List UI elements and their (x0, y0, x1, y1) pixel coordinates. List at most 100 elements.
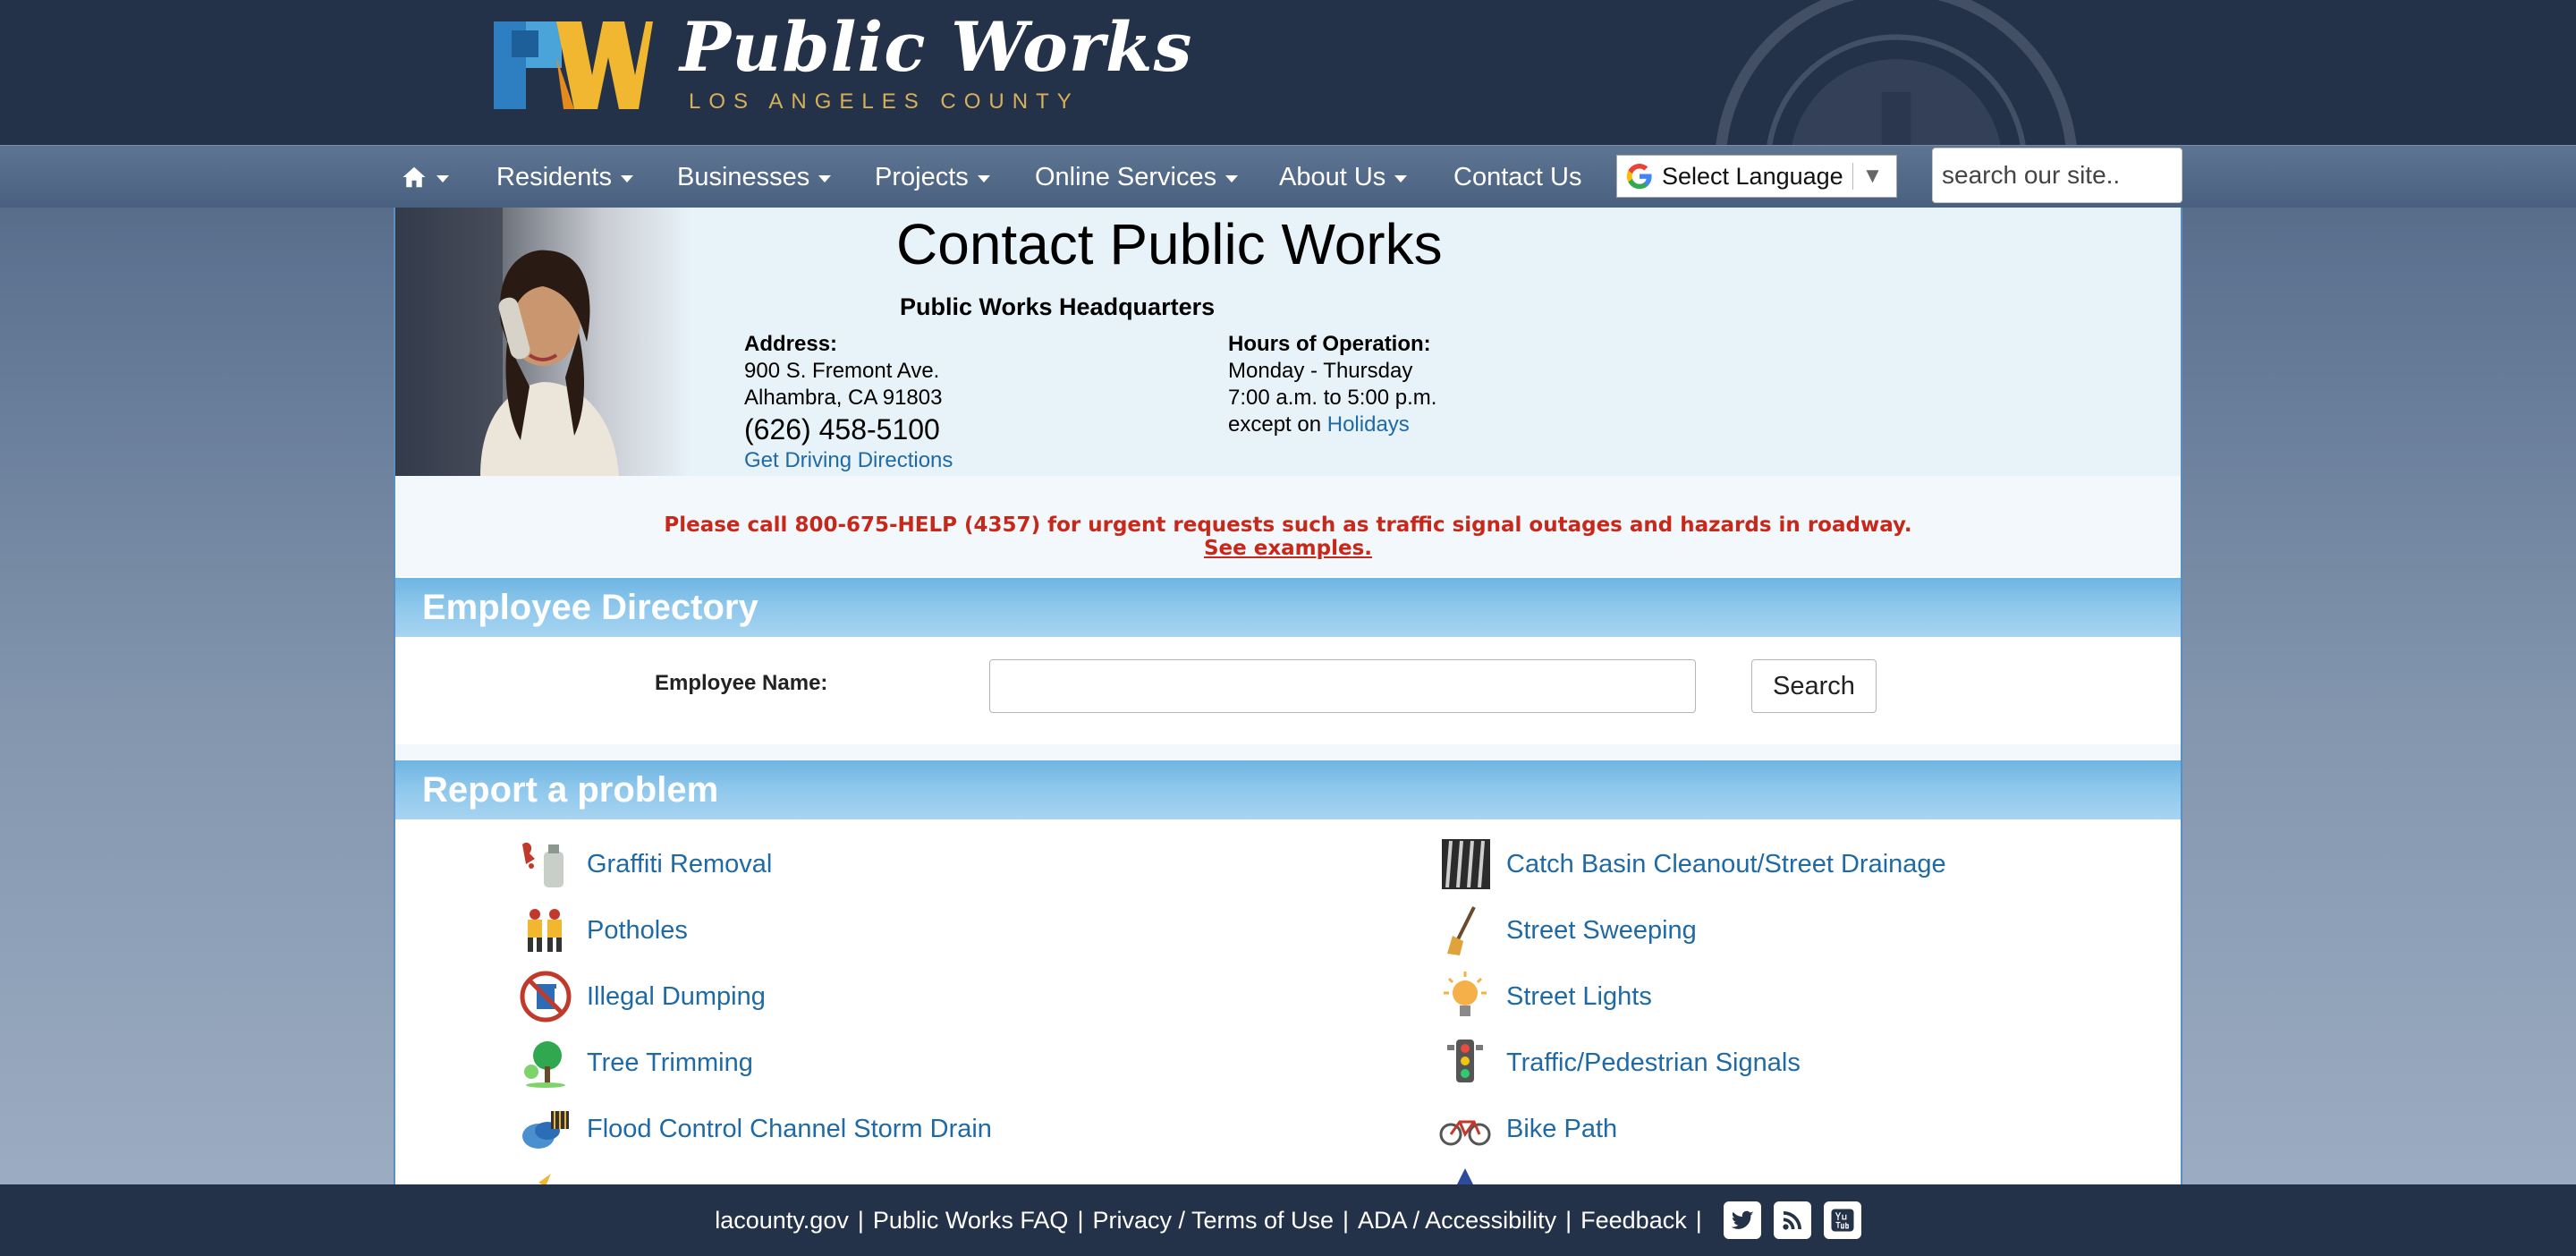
pw-logo-icon[interactable] (494, 21, 653, 109)
divider: | (1077, 1206, 1084, 1234)
chevron-down-icon (818, 175, 832, 182)
twitter-icon[interactable] (1723, 1201, 1761, 1239)
logo-subtitle: LOS ANGELES COUNTY (689, 89, 1080, 114)
contact-photo (395, 208, 691, 476)
phone-number: (626) 458-5100 (744, 413, 940, 446)
divider: | (1695, 1206, 1702, 1234)
urgent-message: Please call 800-675-HELP (4357) for urge… (664, 513, 1912, 537)
employee-directory-heading: Employee Directory (395, 578, 2181, 637)
google-icon (1626, 164, 1652, 190)
woman-on-phone-image (395, 208, 619, 476)
nav-contact-us[interactable]: Contact Us (1453, 146, 1581, 208)
report-problem-heading: Report a problem (395, 760, 2181, 819)
hours-except-text: except on (1228, 412, 1322, 437)
nav-label: Residents (496, 162, 612, 191)
footer-link-faq[interactable]: Public Works FAQ (873, 1207, 1069, 1235)
nav-label: Projects (875, 162, 969, 191)
storm-drain-icon (522, 1111, 569, 1149)
holidays-link[interactable]: Holidays (1327, 412, 1410, 437)
nav-projects[interactable]: Projects (875, 146, 990, 208)
hours-line: except on Holidays (1228, 412, 1436, 438)
catch-basin-icon (1442, 839, 1490, 889)
traffic-light-icon (1447, 1040, 1483, 1082)
footer-link-accessibility[interactable]: ADA / Accessibility (1358, 1207, 1556, 1235)
nav-label: Contact Us (1453, 162, 1582, 191)
problem-label: Graffiti Removal (587, 849, 773, 878)
site-footer: lacounty.gov | Public Works FAQ | Privacy … (0, 1184, 2576, 1256)
language-select[interactable]: Select Language ▼ (1616, 155, 1897, 198)
nav-businesses[interactable]: Businesses (677, 146, 832, 208)
address-line: 900 S. Fremont Ave. (744, 359, 940, 383)
problem-label: Bike Path (1506, 1114, 1618, 1143)
triangle-down-icon: ▼ (1861, 164, 1884, 188)
problem-link-partial[interactable] (1438, 1165, 1506, 1186)
section-spacer (395, 744, 2181, 760)
site-search-input[interactable] (1932, 148, 2182, 203)
chevron-down-icon (1394, 175, 1408, 182)
employee-name-label: Employee Name: (655, 671, 828, 695)
problem-link-graffiti[interactable]: Graffiti Removal (519, 837, 772, 891)
bicycle-icon (1439, 1120, 1491, 1146)
footer-link-lacounty[interactable]: lacounty.gov (715, 1207, 849, 1235)
light-bulb-icon (1444, 972, 1487, 1016)
nav-about-us[interactable]: About Us (1279, 146, 1408, 208)
problem-link-bike-path[interactable]: Bike Path (1438, 1102, 1617, 1156)
hours-line: Monday - Thursday (1228, 359, 1413, 383)
hours-label: Hours of Operation: (1228, 332, 1431, 356)
address-block: Address: 900 S. Fremont Ave. Alhambra, C… (744, 331, 953, 474)
nav-home[interactable] (401, 146, 449, 208)
employee-name-input[interactable] (989, 659, 1696, 713)
problem-link-traffic-signals[interactable]: Traffic/Pedestrian Signals (1438, 1036, 1801, 1090)
nav-label: About Us (1279, 162, 1386, 191)
employee-search-button[interactable]: Search (1751, 659, 1877, 713)
chevron-down-icon (436, 175, 449, 182)
main-nav: Residents Businesses Projects Online Ser… (0, 145, 2576, 208)
graffiti-icon (522, 842, 564, 887)
nav-residents[interactable]: Residents (496, 146, 633, 208)
problem-link-street-sweeping[interactable]: Street Sweeping (1438, 904, 1697, 957)
footer-link-privacy[interactable]: Privacy / Terms of Use (1092, 1207, 1334, 1235)
chevron-down-icon (1225, 175, 1239, 182)
nav-online-services[interactable]: Online Services (1035, 146, 1239, 208)
footer-link-feedback[interactable]: Feedback (1580, 1207, 1687, 1235)
partial-icon (524, 1174, 551, 1186)
chevron-down-icon (620, 175, 633, 182)
divider: | (1343, 1206, 1350, 1234)
problem-label: Tree Trimming (587, 1048, 753, 1077)
driving-directions-link[interactable]: Get Driving Directions (744, 448, 953, 472)
main-content: Contact Public Works Public Works Headqu… (394, 208, 2182, 1186)
problem-label: Potholes (587, 915, 688, 945)
rss-icon[interactable] (1773, 1201, 1811, 1239)
problem-link-flood-control[interactable]: Flood Control Channel Storm Drain (519, 1102, 992, 1156)
divider: | (1565, 1206, 1572, 1234)
contact-section: Contact Public Works Public Works Headqu… (395, 208, 2181, 476)
problem-label: Street Sweeping (1506, 915, 1697, 945)
page-title: Contact Public Works (896, 212, 1443, 276)
hq-heading: Public Works Headquarters (900, 293, 1216, 320)
chevron-down-icon (977, 175, 990, 182)
urgent-notice: Please call 800-675-HELP (4357) for urge… (395, 476, 2181, 576)
problem-link-catch-basin[interactable]: Catch Basin Cleanout/Street Drainage (1438, 837, 1946, 891)
logo-title[interactable]: Public Works (680, 7, 1192, 87)
problem-label: Catch Basin Cleanout/Street Drainage (1506, 849, 1946, 878)
problem-link-street-lights[interactable]: Street Lights (1438, 970, 1652, 1023)
see-examples-link[interactable]: See examples. (395, 537, 2181, 560)
address-label: Address: (744, 332, 838, 356)
nav-label: Businesses (677, 162, 810, 191)
problem-link-partial[interactable] (519, 1165, 587, 1186)
divider (1852, 163, 1853, 190)
divider: | (857, 1206, 864, 1234)
address-line: Alhambra, CA 91803 (744, 386, 943, 410)
nav-label: Online Services (1035, 162, 1217, 191)
youtube-icon[interactable] (1823, 1201, 1861, 1239)
problem-link-potholes[interactable]: Potholes (519, 904, 688, 957)
problem-label: Traffic/Pedestrian Signals (1506, 1048, 1801, 1077)
site-header: Public Works LOS ANGELES COUNTY (0, 0, 2576, 145)
pothole-workers-icon (528, 909, 562, 952)
problem-link-tree-trimming[interactable]: Tree Trimming (519, 1036, 753, 1090)
language-select-label: Select Language (1662, 162, 1843, 190)
no-dumping-icon (520, 971, 572, 1023)
problem-label: Flood Control Channel Storm Drain (587, 1114, 992, 1143)
problem-link-illegal-dumping[interactable]: Illegal Dumping (519, 970, 766, 1023)
problem-label: Illegal Dumping (587, 981, 766, 1011)
